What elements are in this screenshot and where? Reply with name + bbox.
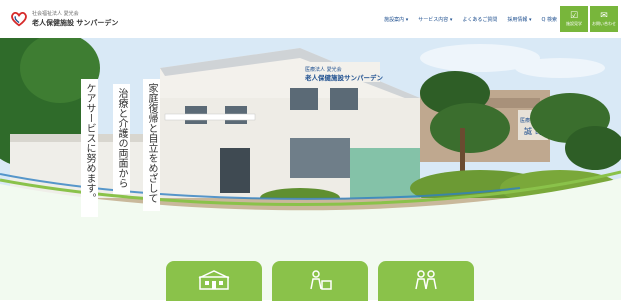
global-nav: 施設案内 ▾ サービス内容 ▾ よくあるご質問 採用情報 ▾ Q 検索 [384, 16, 557, 23]
nav-search[interactable]: Q 検索 [541, 16, 557, 23]
catch-copy-3: ケアサービスに努めます。 [81, 79, 98, 217]
facility-visit-button[interactable]: ☑ 施設見学 [560, 6, 588, 32]
service-card-people[interactable] [378, 261, 474, 301]
nav-recruit[interactable]: 採用情報 ▾ [507, 16, 531, 23]
service-section [0, 224, 621, 301]
nav-services[interactable]: サービス内容 ▾ [418, 16, 452, 23]
contact-label: お問い合わせ [592, 21, 616, 26]
contact-button[interactable]: ✉ お問い合わせ [590, 6, 618, 32]
service-card-care[interactable] [272, 261, 368, 301]
sign-main: 老人保健施設サンパーデン [304, 73, 384, 82]
heart-logo-icon[interactable] [10, 10, 28, 28]
site-title[interactable]: 老人保健施設 サンパーデン [32, 18, 118, 28]
catch-copy-2: 治療と介護の両面から [113, 84, 130, 194]
calendar-icon: ☑ [569, 11, 579, 21]
care-icon [310, 270, 332, 290]
sign-top: 医療法人 愛光会 [305, 66, 342, 73]
hero-photo: 医療法人 愛光会 誠 司 医療法人 愛光会 老人保健施設サンパーデン [0, 38, 621, 224]
nav-facility[interactable]: 施設案内 ▾ [384, 16, 408, 23]
people-icon [415, 270, 437, 290]
site-header: 社会福祉法人 愛光会 老人保健施設 サンパーデン 施設案内 ▾ サービス内容 ▾… [0, 0, 621, 38]
service-card-facility[interactable] [166, 261, 262, 301]
nav-faq[interactable]: よくあるご質問 [462, 16, 497, 23]
mail-icon: ✉ [600, 11, 608, 21]
organization-label: 社会福祉法人 愛光会 [32, 11, 79, 17]
catch-copy-1: 家庭復帰と自立をめざして [143, 79, 160, 211]
facility-visit-label: 施設見学 [566, 21, 582, 26]
building-icon [198, 270, 230, 290]
